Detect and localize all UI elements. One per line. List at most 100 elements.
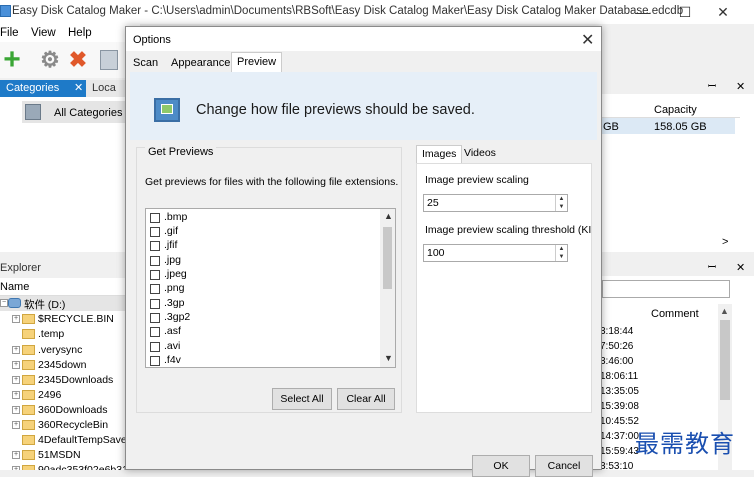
- extension-checkbox[interactable]: [150, 227, 160, 237]
- scroll-down-icon[interactable]: ▼: [384, 353, 393, 363]
- threshold-stepper[interactable]: 100 ▲ ▼: [423, 244, 568, 262]
- category-item-all[interactable]: All Categories (1): [22, 101, 139, 123]
- categories-tab-strip: Categories ✕ Loca: [0, 80, 140, 97]
- pin-icon[interactable]: 𝄩: [708, 262, 716, 273]
- extension-list[interactable]: .bmp .gif .jfif .jpg .jpeg .png .3gp .3g…: [145, 208, 396, 368]
- extension-label: .png: [164, 282, 185, 294]
- folder-tree: − 软件 (D:) + $RECYCLE.BIN .temp + .verysync…: [0, 296, 140, 470]
- extension-label: .avi: [164, 340, 181, 352]
- comment-column-header[interactable]: Comment: [600, 304, 718, 322]
- scrollbar-thumb[interactable]: [720, 320, 730, 400]
- delete-icon[interactable]: ✖: [66, 48, 90, 72]
- time-cell: 13:35:05: [600, 386, 639, 397]
- extension-checkbox[interactable]: [150, 313, 160, 323]
- tab-videos[interactable]: Videos: [459, 145, 501, 163]
- folder-icon: [22, 314, 35, 324]
- scroll-right-icon[interactable]: >: [722, 236, 728, 248]
- folder-icon: [22, 390, 35, 400]
- scrollbar-thumb[interactable]: [383, 227, 392, 289]
- folder-icon: [22, 345, 35, 355]
- name-column-header[interactable]: Name: [0, 278, 140, 296]
- menu-view[interactable]: View: [31, 27, 56, 39]
- ok-button[interactable]: OK: [472, 455, 530, 477]
- expand-icon[interactable]: +: [12, 391, 20, 399]
- menu-help[interactable]: Help: [68, 27, 92, 39]
- menu-file[interactable]: File: [0, 27, 19, 39]
- tab-locations[interactable]: Loca: [92, 82, 116, 94]
- tree-item-label: 2345down: [38, 359, 87, 371]
- extension-checkbox[interactable]: [150, 241, 160, 251]
- tab-appearance[interactable]: Appearance: [166, 54, 235, 72]
- expand-icon[interactable]: +: [12, 376, 20, 384]
- cancel-button[interactable]: Cancel: [535, 455, 593, 477]
- add-icon[interactable]: +: [0, 45, 24, 75]
- time-cell: 15:59:43: [600, 446, 639, 457]
- stepper-arrows-icon[interactable]: ▲ ▼: [555, 245, 567, 261]
- categories-icon: [25, 104, 41, 120]
- filter-input[interactable]: [602, 280, 730, 298]
- extension-label: .3gp: [164, 297, 185, 309]
- pin-icon[interactable]: 𝄩: [708, 81, 716, 92]
- extension-checkbox[interactable]: [150, 299, 160, 309]
- extension-checkbox[interactable]: [150, 270, 160, 280]
- tree-item-label: 软件 (D:): [24, 299, 66, 311]
- scroll-up-icon[interactable]: ▲: [384, 211, 393, 221]
- settings-icon[interactable]: ⚙: [38, 48, 62, 72]
- window-title: Easy Disk Catalog Maker - C:\Users\admin…: [12, 5, 684, 17]
- tab-preview[interactable]: Preview: [231, 52, 283, 72]
- expand-icon[interactable]: +: [12, 451, 20, 459]
- expand-icon[interactable]: +: [12, 361, 20, 369]
- clear-all-button[interactable]: Clear All: [337, 388, 395, 410]
- tree-item-label: 2345Downloads: [38, 374, 114, 386]
- extension-label: .jpg: [164, 254, 181, 266]
- extension-label: .gif: [164, 225, 179, 237]
- image-preview-icon: [154, 98, 180, 122]
- watermark: 最需教育: [635, 430, 735, 458]
- tree-item-label: .temp: [38, 328, 65, 340]
- toolbar: + ⚙ ✖: [0, 42, 140, 78]
- scaling-label: Image preview scaling: [425, 174, 529, 186]
- close-button[interactable]: ✕: [708, 2, 738, 22]
- extension-checkbox[interactable]: [150, 342, 160, 352]
- minimize-button[interactable]: —: [628, 2, 658, 22]
- tab-images[interactable]: Images: [416, 145, 463, 163]
- expand-icon[interactable]: +: [12, 421, 20, 429]
- maximize-button[interactable]: ☐: [670, 2, 700, 22]
- explorer-title: Explorer: [0, 262, 41, 274]
- collapse-icon[interactable]: −: [0, 299, 8, 307]
- expand-icon[interactable]: +: [12, 406, 20, 414]
- extension-checkbox[interactable]: [150, 256, 160, 266]
- close-icon[interactable]: ✕: [736, 261, 745, 274]
- print-icon[interactable]: [100, 50, 118, 70]
- folder-icon: [22, 405, 35, 415]
- tree-root-highlight: [0, 296, 140, 311]
- close-icon[interactable]: ✕: [736, 80, 745, 93]
- explorer-header: Explorer: [0, 260, 140, 276]
- capacity-column-header[interactable]: Capacity: [600, 98, 740, 118]
- expand-icon[interactable]: +: [12, 346, 20, 354]
- extension-checkbox[interactable]: [150, 356, 160, 366]
- extension-checkbox[interactable]: [150, 213, 160, 223]
- scroll-up-icon[interactable]: ▲: [720, 306, 729, 316]
- tree-item-label: 360Downloads: [38, 404, 108, 416]
- expand-icon[interactable]: +: [12, 466, 20, 470]
- time-cell: 18:06:11: [600, 371, 639, 382]
- select-all-button[interactable]: Select All: [272, 388, 332, 410]
- extension-checkbox[interactable]: [150, 327, 160, 337]
- time-cell: 3:18:44: [600, 326, 634, 337]
- folder-icon: [22, 329, 35, 339]
- extension-label: .jpeg: [164, 268, 187, 280]
- dialog-tab-strip: Scan Appearance Preview: [126, 52, 601, 72]
- options-dialog: Options ✕ Scan Appearance Preview Change…: [125, 26, 602, 477]
- stepper-arrows-icon[interactable]: ▲ ▼: [555, 195, 567, 211]
- expand-icon[interactable]: +: [12, 315, 20, 323]
- time-cell: 14:37:00: [600, 431, 639, 442]
- folder-icon: [22, 420, 35, 430]
- tab-scan[interactable]: Scan: [128, 54, 163, 72]
- extension-checkbox[interactable]: [150, 284, 160, 294]
- table-row[interactable]: GB 158.05 GB: [600, 118, 735, 134]
- close-icon[interactable]: ✕: [581, 30, 594, 50]
- extension-label: .f4v: [164, 354, 181, 366]
- scaling-stepper[interactable]: 25 ▲ ▼: [423, 194, 568, 212]
- close-icon[interactable]: ✕: [74, 81, 83, 94]
